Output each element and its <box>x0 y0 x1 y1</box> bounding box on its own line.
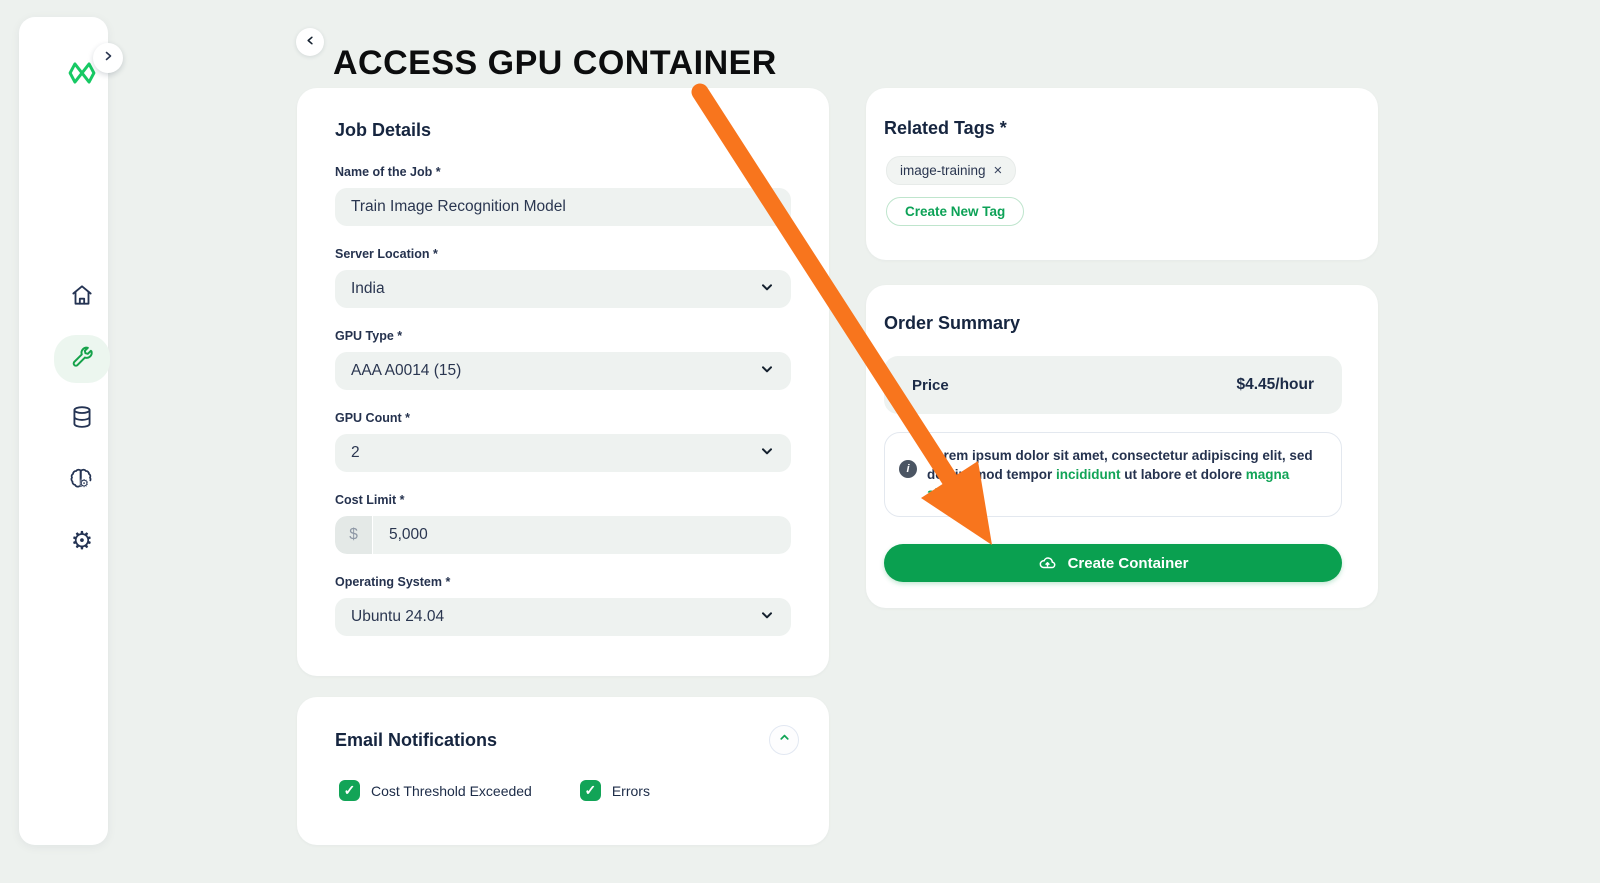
gpu-count-select[interactable]: 2 <box>335 434 791 472</box>
field-label-gpu-count: GPU Count * <box>335 411 410 425</box>
server-location-value: India <box>351 280 385 297</box>
chevron-down-icon <box>759 279 775 300</box>
database-icon <box>69 404 95 435</box>
mini-gear-glyph: ⚙ <box>79 477 89 490</box>
chevron-left-icon <box>305 33 316 51</box>
gpu-type-value: AAA A0014 (15) <box>351 362 462 379</box>
email-notifications-title: Email Notifications <box>335 729 498 750</box>
cost-limit-field: $ <box>335 516 791 554</box>
sidebar-item-database[interactable] <box>54 395 110 443</box>
sidebar-item-settings[interactable]: ⚙ <box>54 516 110 564</box>
chevron-down-icon <box>759 607 775 628</box>
checkbox-checked-icon[interactable]: ✓ <box>579 780 601 801</box>
back-button[interactable] <box>296 28 324 56</box>
create-container-button[interactable]: Create Container <box>884 544 1342 583</box>
tag-label: image-training <box>900 163 986 178</box>
field-label-server-location: Server Location * <box>335 247 438 261</box>
order-summary-card: Order Summary Price $4.45/hour i Lorem i… <box>866 285 1378 608</box>
operating-system-select[interactable]: Ubuntu 24.04 <box>335 598 791 636</box>
sidebar-item-ai-models[interactable]: ⚙ <box>54 456 110 504</box>
chevron-down-icon <box>759 361 775 382</box>
checkbox-checked-icon[interactable]: ✓ <box>339 780 360 801</box>
dollar-prefix: $ <box>335 516 373 554</box>
related-tags-title: Related Tags * <box>884 118 1007 138</box>
field-label-job-name: Name of the Job * <box>335 165 441 179</box>
sidebar-item-home[interactable] <box>54 273 110 321</box>
tag-chip[interactable]: image-training × <box>886 156 1017 185</box>
chevron-up-icon <box>778 731 791 749</box>
create-new-tag-button[interactable]: Create New Tag <box>886 197 1025 226</box>
sidebar: ⚙ ⚙ <box>19 17 110 845</box>
create-container-label: Create Container <box>1067 554 1189 572</box>
collapse-section-button[interactable] <box>769 725 799 755</box>
cost-limit-input-wrap <box>373 516 791 554</box>
checkbox-label: Errors <box>611 782 650 799</box>
price-value: $4.45/hour <box>1236 376 1314 393</box>
price-label: Price <box>912 376 949 394</box>
cost-limit-input[interactable] <box>389 526 775 544</box>
brain-gear-icon: ⚙ <box>67 465 97 495</box>
checkbox-errors[interactable]: ✓ Errors <box>579 780 650 801</box>
job-details-card: Job Details Name of the Job * Server Loc… <box>297 88 829 676</box>
remove-tag-icon[interactable]: × <box>994 163 1003 178</box>
chevron-right-icon <box>102 49 114 67</box>
price-row: Price $4.45/hour <box>884 356 1342 414</box>
home-icon <box>69 282 95 313</box>
info-box: i Lorem ipsum dolor sit amet, consectetu… <box>884 432 1342 518</box>
chevron-down-icon <box>759 443 775 464</box>
job-name-input[interactable] <box>351 198 775 216</box>
related-tags-card: Related Tags * image-training × Create N… <box>866 88 1378 260</box>
email-notifications-card: Email Notifications ✓ Cost Threshold Exc… <box>297 697 829 845</box>
server-location-select[interactable]: India <box>335 270 791 308</box>
access-gpu-container-page: ⚙ ⚙ ACCESS GPU CONTAINER Job Details Nam… <box>0 0 1600 883</box>
page-title: ACCESS GPU CONTAINER <box>333 43 777 82</box>
field-label-operating-system: Operating System * <box>335 575 451 589</box>
cloud-upload-icon <box>1038 554 1057 573</box>
job-name-input-wrap <box>335 188 791 226</box>
order-summary-title: Order Summary <box>884 313 1021 333</box>
checkbox-cost-threshold[interactable]: ✓ Cost Threshold Exceeded <box>339 780 532 801</box>
field-label-cost-limit: Cost Limit * <box>335 493 405 507</box>
wrench-icon <box>69 344 95 375</box>
info-text: Lorem ipsum dolor sit amet, consectetur … <box>927 448 1313 502</box>
settings-gear-icon: ⚙ <box>70 525 94 555</box>
sidebar-expand-button[interactable] <box>93 43 123 73</box>
gpu-type-select[interactable]: AAA A0014 (15) <box>335 352 791 390</box>
job-details-title: Job Details <box>335 120 432 140</box>
field-label-gpu-type: GPU Type * <box>335 329 403 343</box>
sidebar-item-tools[interactable] <box>54 335 110 383</box>
info-link[interactable]: incididunt <box>1056 467 1121 482</box>
gpu-count-value: 2 <box>351 444 360 461</box>
operating-system-value: Ubuntu 24.04 <box>351 608 445 625</box>
checkbox-label: Cost Threshold Exceeded <box>371 782 532 799</box>
info-icon: i <box>899 460 917 478</box>
